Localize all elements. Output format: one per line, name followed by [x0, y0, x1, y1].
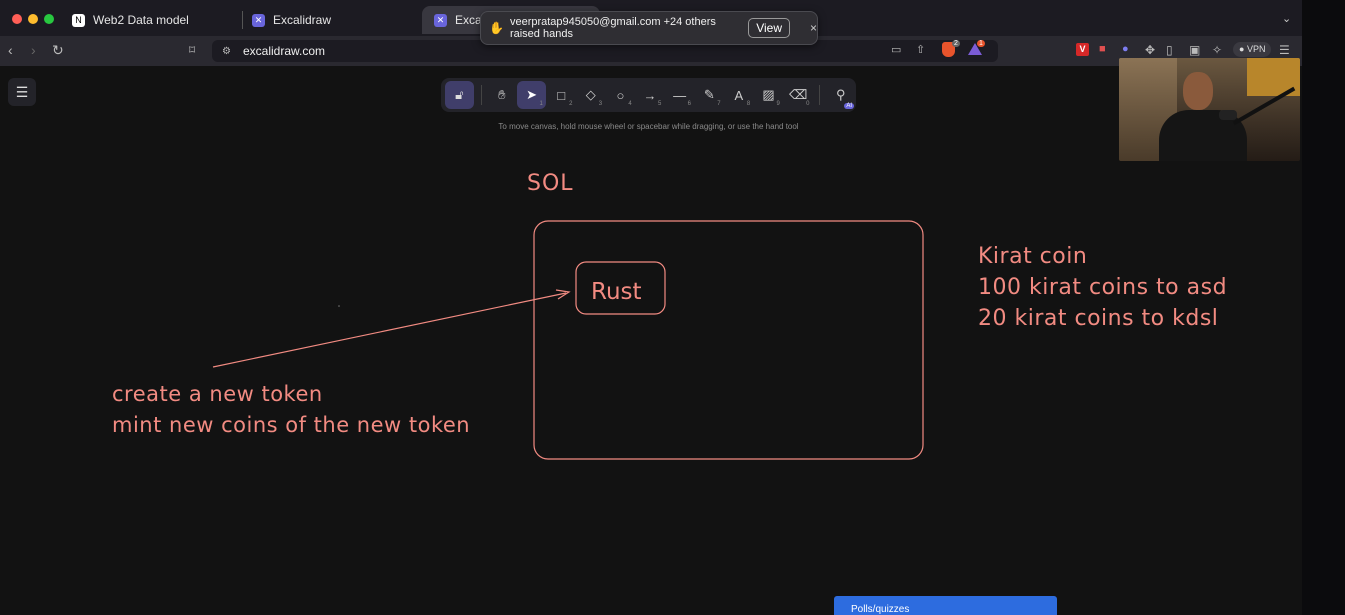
token-notes[interactable]: create a new token mint new coins of the…	[112, 379, 470, 441]
note-line: Kirat coin	[978, 244, 1088, 269]
screen: N Web2 Data model ✕ Excalidraw ✕ Excalid…	[0, 0, 1345, 615]
polls-quizzes-button[interactable]: Polls/quizzes	[834, 596, 1057, 615]
note-line: mint new coins of the new token	[112, 413, 471, 437]
note-line: create a new token	[112, 382, 323, 406]
rust-label[interactable]: Rust	[591, 279, 642, 305]
note-line: 20 kirat coins to kdsl	[978, 306, 1219, 331]
stray-dot	[338, 305, 340, 307]
sol-label[interactable]: SOL	[527, 171, 574, 196]
kirat-notes[interactable]: Kirat coin 100 kirat coins to asd 20 kir…	[978, 241, 1227, 334]
sol-container-rect[interactable]	[533, 220, 924, 460]
note-line: 100 kirat coins to asd	[978, 275, 1228, 300]
connector-arrow-line[interactable]	[212, 292, 567, 368]
